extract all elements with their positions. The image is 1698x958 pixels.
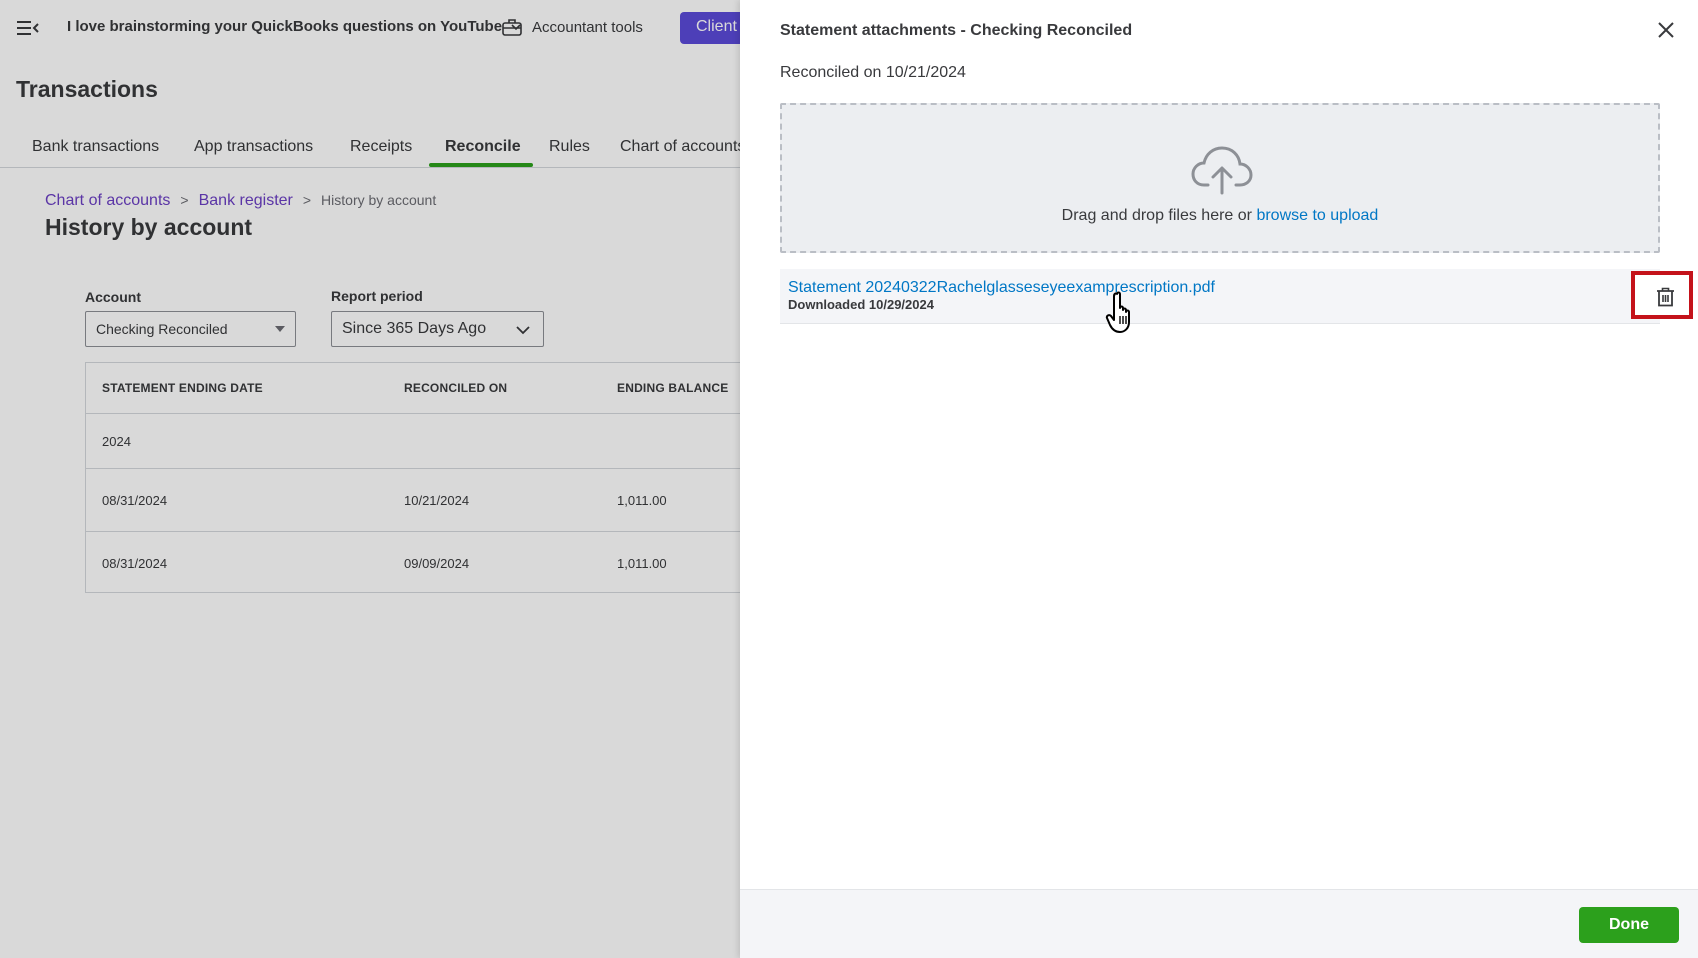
browse-to-upload-link[interactable]: browse to upload [1256,207,1378,224]
done-button[interactable]: Done [1579,907,1679,943]
drawer-title: Statement attachments - Checking Reconci… [780,22,1133,39]
attachment-row: Statement 20240322Rachelglasseseyeexampr… [780,269,1693,324]
attachment-file-link[interactable]: Statement 20240322Rachelglasseseyeexampr… [788,279,1215,297]
statement-attachments-drawer: Statement attachments - Checking Reconci… [740,0,1698,958]
close-icon[interactable] [1657,21,1675,39]
hand-cursor-icon [1105,291,1130,333]
reconciled-on-text: Reconciled on 10/21/2024 [780,64,966,81]
cloud-upload-icon [1191,146,1253,195]
attachment-download-date: Downloaded 10/29/2024 [788,297,934,312]
file-dropzone[interactable]: Drag and drop files here or browse to up… [780,103,1660,253]
modal-overlay[interactable] [0,0,740,958]
drawer-footer: Done [740,889,1698,958]
delete-attachment-button[interactable] [1631,271,1693,319]
dropzone-instructions: Drag and drop files here or [1061,207,1257,224]
dropzone-text: Drag and drop files here or browse to up… [782,207,1658,225]
trash-icon [1657,287,1674,307]
